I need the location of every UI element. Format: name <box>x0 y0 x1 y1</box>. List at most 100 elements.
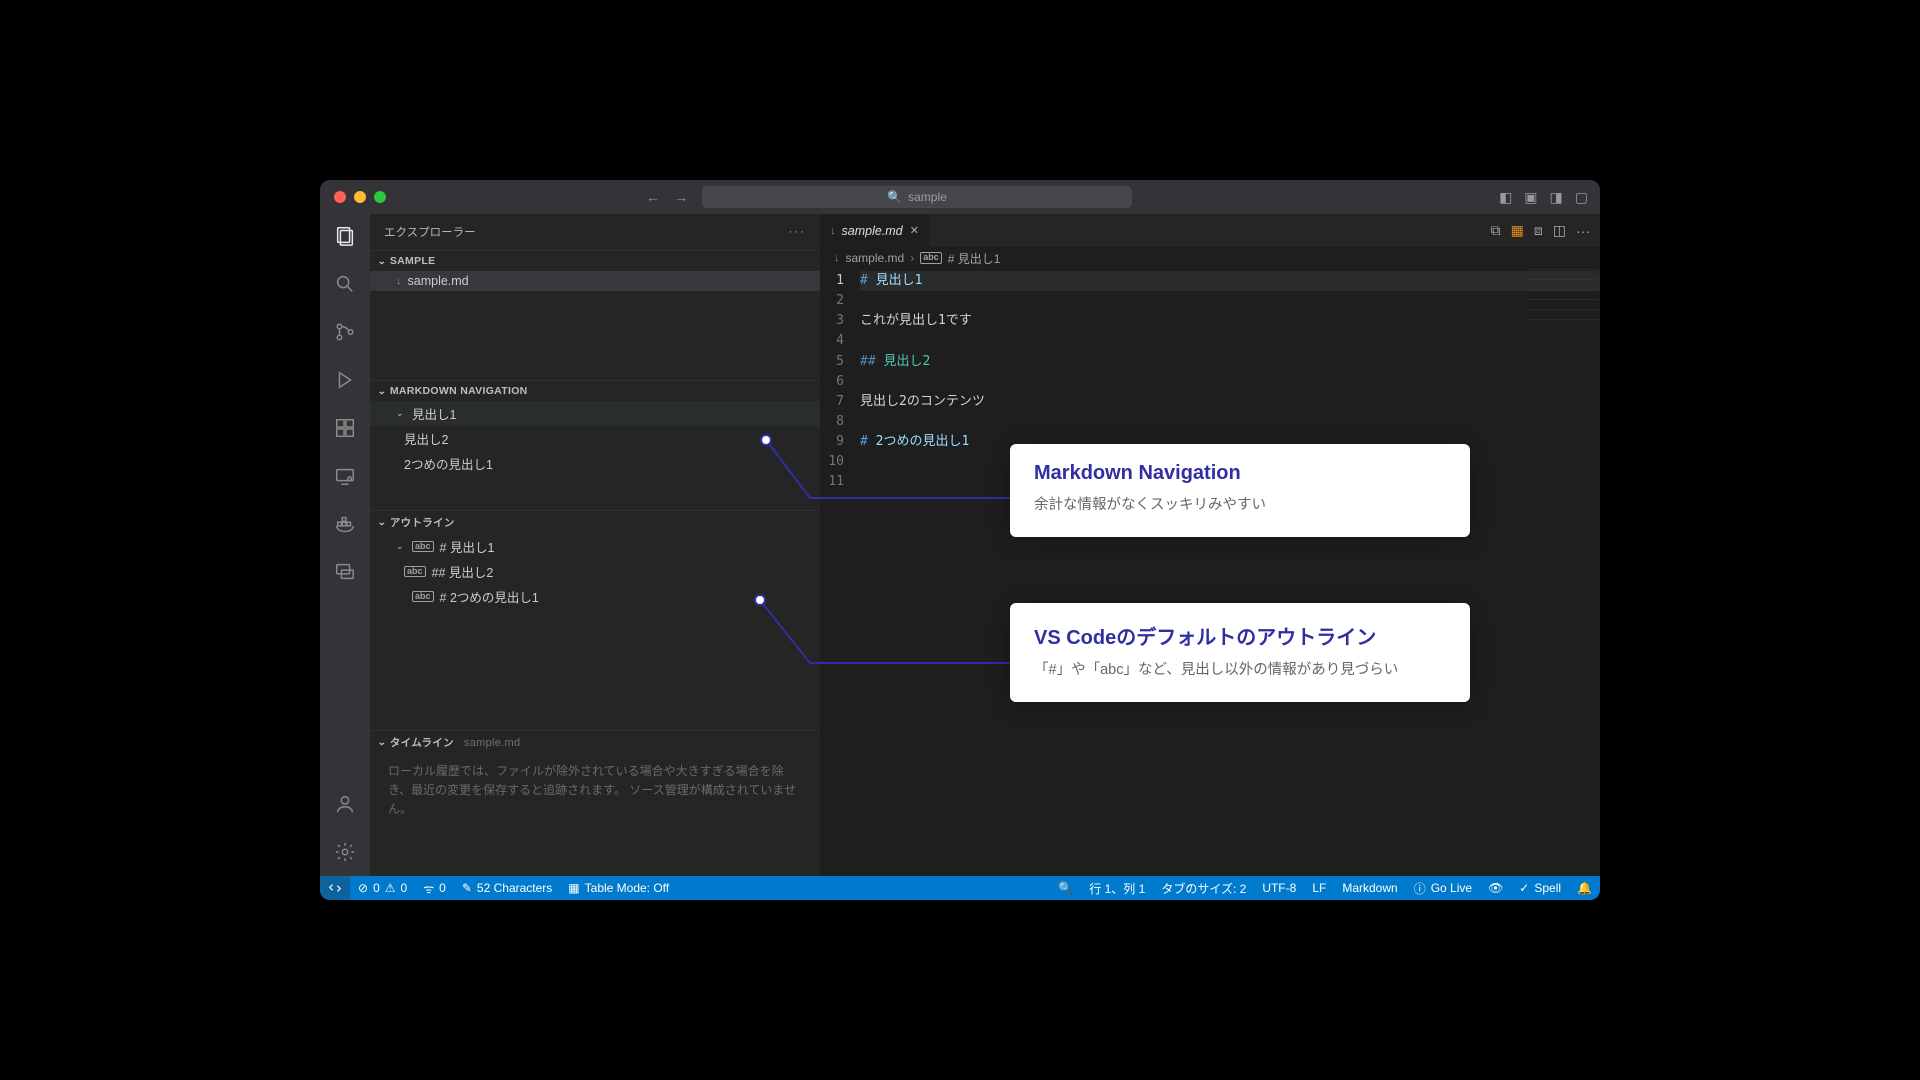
eye-icon[interactable]: 👁 <box>1480 876 1511 900</box>
tab-label: sample.md <box>842 224 903 238</box>
extensions-icon[interactable] <box>331 414 359 442</box>
explorer-title: エクスプローラー <box>384 224 476 240</box>
callout-markdown-navigation: Markdown Navigation 余計な情報がなくスッキリみやすい <box>1010 444 1470 537</box>
chevron-down-icon: ⌄ <box>377 386 386 397</box>
account-icon[interactable] <box>331 790 359 818</box>
command-center[interactable]: 🔍 sample <box>702 186 1132 208</box>
section-markdown-navigation: ⌄MARKDOWN NAVIGATION ⌄見出し1 見出し2 2つめの見出し1 <box>370 380 820 510</box>
editor-tab[interactable]: ↓ sample.md ✕ <box>820 214 930 247</box>
check-icon: ✓ <box>1519 881 1529 895</box>
close-icon[interactable] <box>334 191 346 203</box>
titlebar: ← → 🔍 sample ◧ ▣ ◨ ▢ <box>320 180 1600 214</box>
pencil-icon: ✎ <box>462 881 472 895</box>
mdnav-item[interactable]: 2つめの見出し1 <box>370 451 820 476</box>
file-item[interactable]: ↓ sample.md <box>370 271 820 291</box>
string-symbol-icon: abc <box>920 252 942 264</box>
language-mode-button[interactable]: Markdown <box>1334 876 1405 900</box>
activity-bar <box>320 214 370 876</box>
layout-primary-icon[interactable]: ◧ <box>1499 189 1512 206</box>
encoding-button[interactable]: UTF-8 <box>1254 876 1304 900</box>
nav-back-icon[interactable]: ← <box>646 189 660 205</box>
char-count[interactable]: ✎52 Characters <box>454 876 560 900</box>
window-controls <box>334 191 386 203</box>
layout-customize-icon[interactable]: ▢ <box>1575 189 1588 206</box>
callout-text: 余計な情報がなくスッキリみやすい <box>1034 495 1446 517</box>
feedback-icon[interactable]: 🔍 <box>1050 876 1081 900</box>
maximize-icon[interactable] <box>374 191 386 203</box>
vscode-window: ← → 🔍 sample ◧ ▣ ◨ ▢ <box>320 180 1600 900</box>
broadcast-icon: ⓘ <box>1414 880 1426 897</box>
chevron-down-icon: ⌄ <box>396 408 406 419</box>
split-editor-icon[interactable]: ◫ <box>1553 222 1566 239</box>
callout-title: Markdown Navigation <box>1034 462 1446 485</box>
section-timeline-header[interactable]: ⌄ タイムライン sample.md <box>370 731 820 754</box>
chevron-down-icon: ⌄ <box>396 541 406 552</box>
open-changes-icon[interactable]: ⧈ <box>1534 222 1543 239</box>
minimize-icon[interactable] <box>354 191 366 203</box>
docker-icon[interactable] <box>331 510 359 538</box>
layout-secondary-icon[interactable]: ◨ <box>1550 189 1563 206</box>
string-symbol-icon: abc <box>412 541 434 553</box>
nav-forward-icon[interactable]: → <box>674 189 688 205</box>
outline-item[interactable]: abc## 見出し2 <box>370 559 820 584</box>
minimap[interactable] <box>1528 269 1598 329</box>
status-bar: ⊘0⚠0 ᯤ0 ✎52 Characters ▦Table Mode: Off … <box>320 876 1600 900</box>
notifications-icon[interactable]: 🔔 <box>1569 876 1600 900</box>
sidebar: エクスプローラー ··· ⌄SAMPLE ↓ sample.md ⌄MARKDO… <box>370 214 820 876</box>
indent-button[interactable]: タブのサイズ: 2 <box>1153 876 1254 900</box>
line-gutter: 1 2 3 4 5 6 7 8 9 10 11 <box>820 271 860 876</box>
close-tab-icon[interactable]: ✕ <box>910 224 919 237</box>
run-debug-icon[interactable] <box>331 366 359 394</box>
markdown-file-icon: ↓ <box>830 225 836 237</box>
source-control-icon[interactable] <box>331 318 359 346</box>
section-outline-header[interactable]: ⌄アウトライン <box>370 511 820 534</box>
remote-indicator[interactable] <box>320 876 350 900</box>
ports-button[interactable]: ᯤ0 <box>415 876 454 900</box>
error-icon: ⊘ <box>358 881 368 895</box>
callout-default-outline: VS Codeのデフォルトのアウトライン 「#」や「abc」など、見出し以外の情… <box>1010 603 1470 702</box>
breadcrumb[interactable]: ↓ sample.md › abc # 見出し1 <box>820 247 1600 269</box>
cursor-position[interactable]: 行 1、列 1 <box>1081 876 1153 900</box>
explorer-icon[interactable] <box>331 222 359 250</box>
search-icon: 🔍 <box>887 190 902 204</box>
chevron-right-icon: › <box>910 251 914 265</box>
section-outline: ⌄アウトライン ⌄abc# 見出し1 abc## 見出し2 abc# 2つめの見… <box>370 510 820 730</box>
radio-icon: ᯤ <box>423 880 434 897</box>
section-sample-header[interactable]: ⌄SAMPLE <box>370 251 820 271</box>
layout-panel-icon[interactable]: ▣ <box>1524 189 1537 206</box>
run-icon[interactable]: ▦ <box>1511 222 1524 239</box>
more-actions-icon[interactable]: ··· <box>789 226 807 238</box>
table-mode-button[interactable]: ▦Table Mode: Off <box>560 876 677 900</box>
section-sample: ⌄SAMPLE ↓ sample.md <box>370 250 820 380</box>
eol-button[interactable]: LF <box>1304 876 1334 900</box>
open-preview-icon[interactable]: ⧉ <box>1491 222 1501 239</box>
spell-check-button[interactable]: ✓Spell <box>1511 876 1569 900</box>
markdown-file-icon: ↓ <box>834 252 840 264</box>
mdnav-item[interactable]: 見出し2 <box>370 426 820 451</box>
editor-area: ↓ sample.md ✕ ⧉ ▦ ⧈ ◫ ··· ↓ sample.md <box>820 214 1600 876</box>
problems-button[interactable]: ⊘0⚠0 <box>350 876 415 900</box>
tab-bar: ↓ sample.md ✕ ⧉ ▦ ⧈ ◫ ··· <box>820 214 1600 247</box>
mdnav-item[interactable]: ⌄見出し1 <box>370 401 820 426</box>
table-icon: ▦ <box>568 881 579 895</box>
chevron-down-icon: ⌄ <box>377 737 386 748</box>
chevron-down-icon: ⌄ <box>377 517 386 528</box>
section-mdnav-header[interactable]: ⌄MARKDOWN NAVIGATION <box>370 381 820 401</box>
chevron-down-icon: ⌄ <box>377 256 386 267</box>
more-editor-actions-icon[interactable]: ··· <box>1576 223 1590 239</box>
search-text: sample <box>908 190 947 204</box>
search-panel-icon[interactable] <box>331 270 359 298</box>
outline-item[interactable]: ⌄abc# 見出し1 <box>370 534 820 559</box>
callout-title: VS Codeのデフォルトのアウトライン <box>1034 621 1446 650</box>
code-editor[interactable]: 1 2 3 4 5 6 7 8 9 10 11 # 見出し1 <box>820 269 1600 876</box>
timeline-subtitle: sample.md <box>464 737 521 749</box>
section-timeline: ⌄ タイムライン sample.md ローカル履歴では、ファイルが除外されている… <box>370 730 820 876</box>
timeline-message: ローカル履歴では、ファイルが除外されている場合や大きすぎる場合を除き、最近の変更… <box>370 754 820 828</box>
callout-text: 「#」や「abc」など、見出し以外の情報があり見づらい <box>1034 660 1446 682</box>
go-live-button[interactable]: ⓘGo Live <box>1406 876 1480 900</box>
remote-explorer-icon[interactable] <box>331 462 359 490</box>
chat-icon[interactable] <box>331 558 359 586</box>
code-lines: # 見出し1 これが見出し1です ## 見出し2 見出し2のコンテンツ # 2つ… <box>860 271 1600 876</box>
settings-gear-icon[interactable] <box>331 838 359 866</box>
outline-item[interactable]: abc# 2つめの見出し1 <box>370 584 820 609</box>
